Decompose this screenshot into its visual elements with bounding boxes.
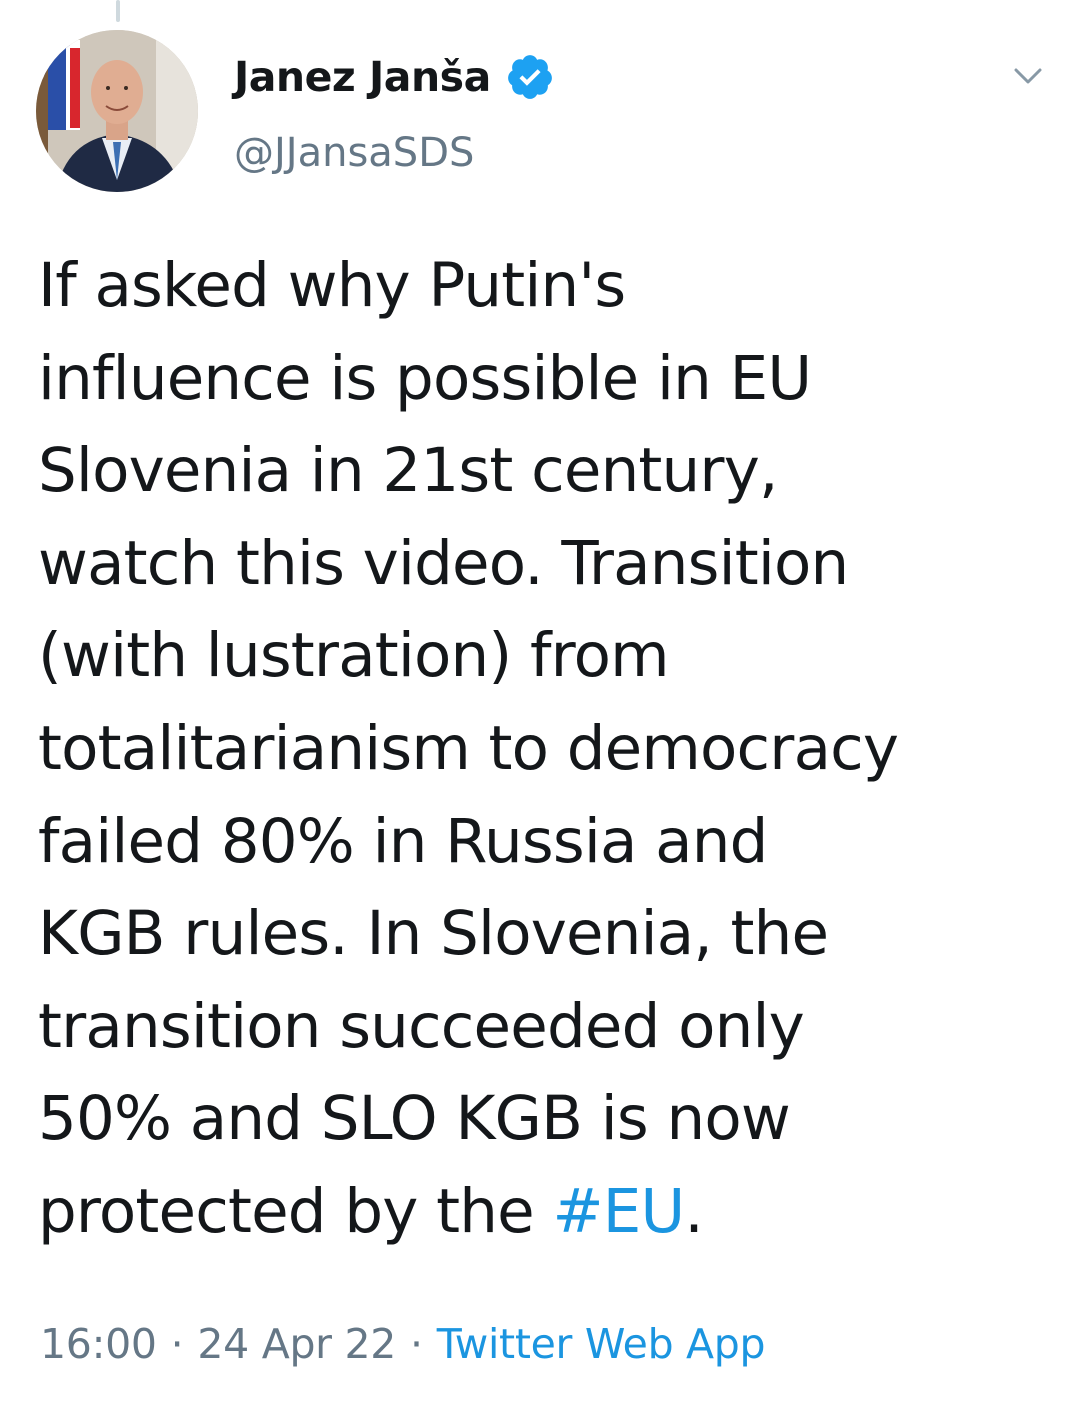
tweet-text-fragment: protected by the bbox=[38, 1175, 553, 1247]
tweet-metadata: 16:00 · 24 Apr 22 · Twitter Web App bbox=[40, 1320, 766, 1368]
author-handle[interactable]: @JJansaSDS bbox=[234, 130, 474, 176]
tweet-line: transition succeeded only bbox=[38, 990, 805, 1062]
chevron-down-icon[interactable] bbox=[1010, 58, 1046, 94]
meta-separator: · bbox=[170, 1320, 184, 1368]
tweet-last-line: protected by the #EU. bbox=[38, 1166, 1048, 1259]
tweet-line: Slovenia in 21st century, bbox=[38, 435, 778, 507]
verified-badge-icon bbox=[505, 52, 555, 102]
tweet-text-fragment: . bbox=[684, 1175, 703, 1247]
tweet-line: watch this video. Transition bbox=[38, 527, 849, 599]
tweet-source-link[interactable]: Twitter Web App bbox=[437, 1320, 766, 1368]
avatar[interactable] bbox=[36, 30, 198, 192]
tweet-time[interactable]: 16:00 bbox=[40, 1320, 157, 1368]
tweet-line: If asked why Putin's bbox=[38, 250, 626, 321]
tweet-date[interactable]: 24 Apr 22 bbox=[197, 1320, 396, 1368]
tweet-body: If asked why Putin's influence is possib… bbox=[38, 240, 1048, 1259]
thread-connector-line bbox=[116, 0, 120, 22]
meta-separator: · bbox=[410, 1320, 423, 1368]
tweet-header: Janez Janša @JJansaSDS bbox=[36, 30, 1056, 200]
tweet-line: influence is possible in EU bbox=[38, 342, 812, 414]
tweet-line: failed 80% in Russia and bbox=[38, 805, 768, 877]
author-name-row: Janez Janša bbox=[234, 52, 555, 102]
tweet-line: KGB rules. In Slovenia, the bbox=[38, 898, 829, 970]
tweet-line: 50% and SLO KGB is now bbox=[38, 1083, 791, 1155]
tweet-line: (with lustration) from bbox=[38, 620, 670, 692]
hashtag-link-eu[interactable]: #EU bbox=[552, 1176, 685, 1247]
avatar-photo bbox=[36, 30, 198, 192]
author-display-name[interactable]: Janez Janša bbox=[234, 53, 491, 101]
tweet-line: totalitarianism to democracy bbox=[38, 712, 899, 784]
